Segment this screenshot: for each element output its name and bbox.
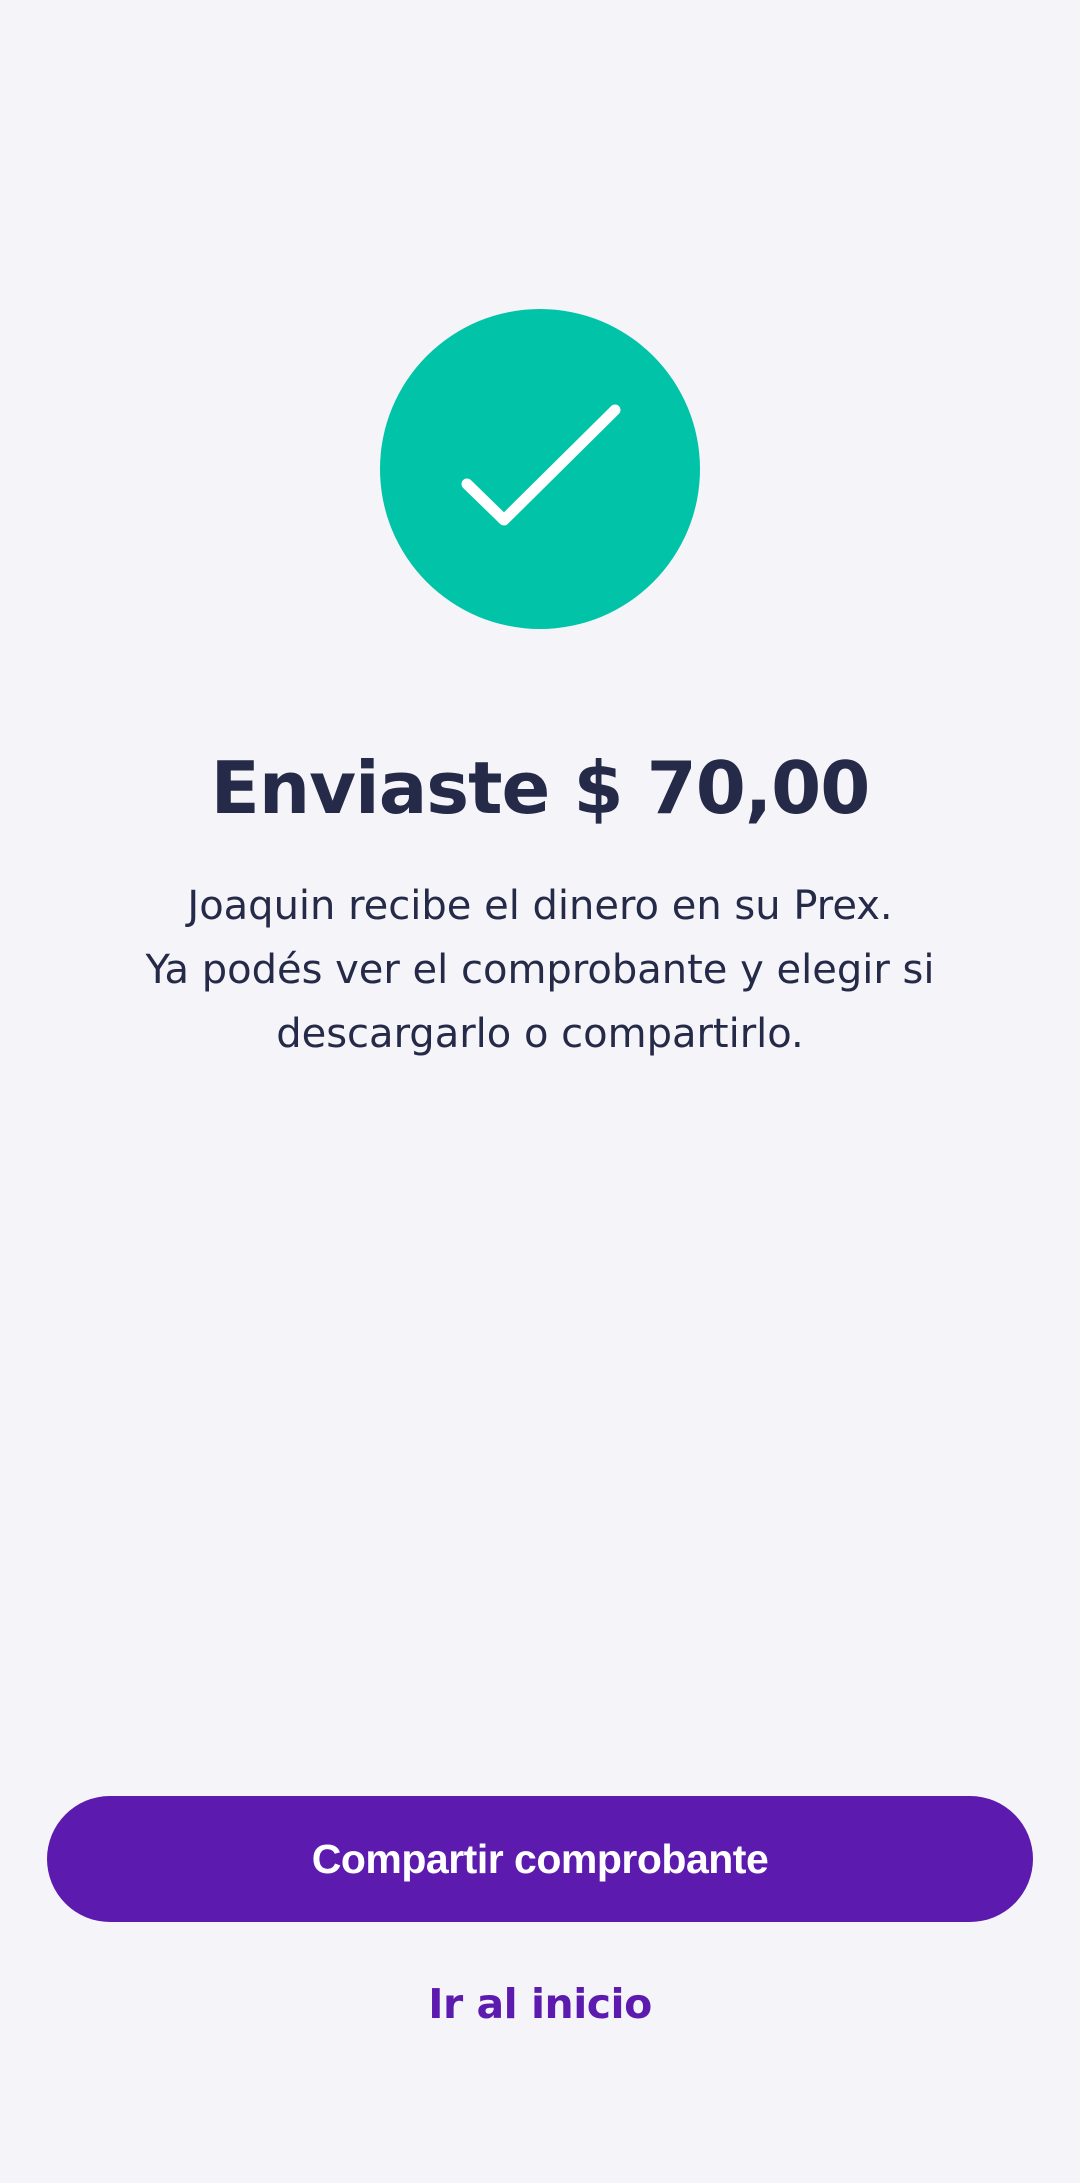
message-line: Ya podés ver el comprobante y elegir si [145, 947, 935, 993]
success-badge [380, 309, 700, 629]
message-line: Joaquin recibe el dinero en su Prex. [187, 883, 893, 929]
confirmation-message: Joaquin recibe el dinero en su Prex. Ya … [90, 874, 990, 1066]
share-receipt-label: Compartir comprobante [311, 1835, 769, 1882]
page-title: Enviaste $ 70,00 [210, 746, 871, 830]
checkmark-icon [461, 404, 621, 526]
share-receipt-button[interactable]: Compartir comprobante [47, 1796, 1033, 1922]
go-home-link[interactable]: Ir al inicio [340, 1974, 740, 2034]
message-line: descargarlo o compartirlo. [276, 1011, 804, 1057]
